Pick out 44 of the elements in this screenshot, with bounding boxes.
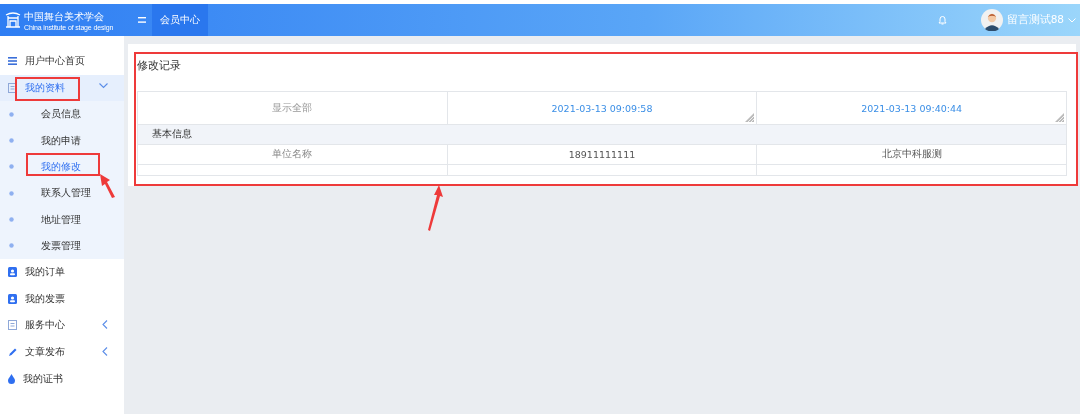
sidebar-item[interactable]: 我的资料	[0, 74, 124, 102]
sidebar-item[interactable]: 我的证书	[0, 365, 124, 392]
sidebar-item[interactable]: 我的发票	[0, 285, 124, 313]
avatar-icon[interactable]	[980, 9, 1003, 31]
bullet-icon	[9, 138, 14, 144]
table-cell: 北京中科服测	[756, 144, 1067, 165]
table-cell: 18911111111	[447, 144, 757, 165]
document-icon	[8, 82, 17, 93]
submenu-item[interactable]: 发票管理	[0, 232, 124, 259]
bullet-icon	[9, 164, 14, 170]
contact-icon	[8, 293, 17, 304]
column-header: 2021-03-13 09:09:58	[447, 91, 757, 125]
submenu-item[interactable]: 我的申请	[0, 127, 124, 154]
sidebar-item[interactable]: 服务中心	[0, 312, 124, 339]
chevron-left-icon[interactable]	[102, 346, 108, 356]
submenu-item[interactable]: 会员信息	[0, 101, 124, 128]
logo-icon	[5, 12, 21, 28]
contact-icon	[8, 267, 17, 278]
annotation-arrow	[98, 173, 118, 199]
table-cell: 单位名称	[137, 144, 448, 165]
logo-title: 中国舞台美术学会	[24, 9, 105, 24]
resize-handle-icon[interactable]	[745, 113, 755, 122]
chevron-left-icon[interactable]	[102, 320, 108, 330]
sidebar-item[interactable]: 文章发布	[0, 338, 124, 366]
bell-icon[interactable]	[937, 15, 947, 25]
card-title: 修改记录	[137, 59, 181, 73]
submenu-item[interactable]: 地址管理	[0, 206, 124, 233]
pen-icon	[8, 347, 17, 357]
document-icon	[8, 320, 17, 331]
nav-tab[interactable]: 会员中心	[152, 4, 208, 36]
sidebar-item[interactable]: 用户中心首页	[0, 48, 124, 75]
bullet-icon	[9, 243, 14, 249]
column-header: 2021-03-13 09:40:44	[756, 91, 1067, 125]
submenu-item[interactable]: 联系人管理	[0, 180, 124, 207]
resize-handle-icon[interactable]	[1055, 113, 1064, 122]
menu-icon	[8, 57, 17, 66]
bullet-icon	[9, 217, 14, 222]
bullet-icon	[9, 190, 14, 196]
section-row: 基本信息	[137, 124, 1067, 145]
sidebar-item[interactable]: 我的订单	[0, 258, 124, 286]
bullet-icon	[9, 111, 14, 117]
menu-icon[interactable]	[138, 17, 146, 23]
annotation-overlay	[15, 77, 80, 101]
chevron-down-icon[interactable]	[99, 82, 108, 89]
